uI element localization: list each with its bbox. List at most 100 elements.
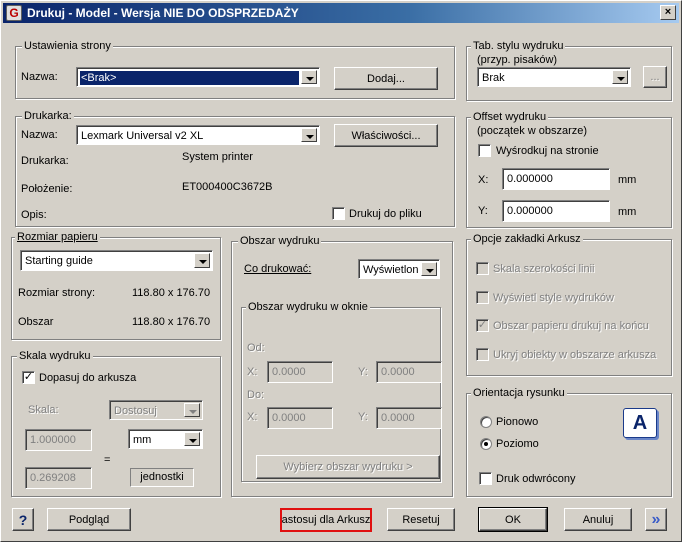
close-icon: × [664,6,672,18]
to-x-input[interactable]: 0.0000 [267,407,333,429]
add-button[interactable]: Dodaj... [334,67,438,90]
description-label: Opis: [21,209,47,221]
portrait-label[interactable]: Pionowo [496,415,538,429]
show-plot-styles-label[interactable]: Wyświetl style wydruków [493,291,614,305]
offset-x-label: X: [478,174,489,186]
printer-name-value: Lexmark Universal v2 XL [81,130,204,142]
paper-size-title: Rozmiar papieru [15,230,100,244]
to-y-input[interactable]: 0.0000 [376,407,442,429]
help-button[interactable]: ? [12,508,34,531]
edit-plot-style-button[interactable]: ... [643,66,667,88]
area-label: Obszar [18,316,54,328]
page-setup-name-label: Nazwa: [21,71,58,83]
offset-x-input[interactable]: 0.000000 [502,168,610,190]
reset-button[interactable]: Resetuj [387,508,455,531]
print-to-file-checkbox[interactable] [332,207,345,220]
chevron-down-icon[interactable] [184,403,200,417]
what-to-print-value: Wyświetlone [363,264,419,276]
what-to-print-select[interactable]: Wyświetlone [358,259,440,279]
equals-sign: = [104,454,111,466]
plot-paperspace-last-checkbox[interactable]: ✓ [476,319,489,332]
scale-label: Skala: [28,404,59,416]
preview-button[interactable]: Podgląd [47,508,131,531]
paper-size-group: Rozmiar papieru Starting guide Rozmiar s… [11,230,221,340]
from-x-input[interactable]: 0.0000 [267,361,333,383]
hide-paperspace-objects-label[interactable]: Ukryj obiekty w obszarze arkusza [493,348,656,362]
printer-name-select[interactable]: Lexmark Universal v2 XL [76,125,320,145]
show-plot-styles-checkbox[interactable] [476,291,489,304]
plot-style-title: Tab. stylu wydruku [471,39,566,53]
from-y-label: Y: [358,366,368,378]
double-chevron-right-icon: » [651,510,661,528]
chevron-down-icon[interactable] [184,432,200,446]
printer-value: System printer [182,151,253,163]
reverse-plot-label[interactable]: Druk odwrócony [496,472,575,486]
apply-to-layout-button[interactable]: astosuj dla Arkusz [280,508,372,532]
lineweight-scale-checkbox[interactable] [476,262,489,275]
print-window-title: Obszar wydruku w oknie [246,300,370,314]
hide-paperspace-objects-checkbox[interactable] [476,348,489,361]
scale-select[interactable]: Dostosuj [109,400,203,420]
sheet-options-group: Opcje zakładki Arkusz Skala szerokości l… [466,232,672,376]
portrait-radio[interactable] [480,416,492,428]
sheet-options-title: Opcje zakładki Arkusz [471,232,583,246]
orientation-group: Orientacja rysunku Pionowo Poziomo Druk … [466,386,672,497]
area-value: 118.80 x 176.70 [132,316,211,328]
print-dialog: G Drukuj - Model - Wersja NIE DO ODSPRZE… [0,0,682,542]
page-size-label: Rozmiar strony: [18,287,96,299]
landscape-label[interactable]: Poziomo [496,437,539,451]
plot-style-value: Brak [482,72,505,84]
offset-y-label: Y: [478,205,488,217]
reverse-plot-checkbox[interactable] [479,472,492,485]
chevron-down-icon[interactable] [194,253,210,268]
chevron-down-icon[interactable] [301,70,317,84]
chevron-down-icon[interactable] [612,70,628,84]
plot-style-select[interactable]: Brak [477,67,631,87]
printer-title: Drukarka: [22,109,74,123]
units-label: jednostki [130,468,194,487]
close-button[interactable]: × [660,5,676,20]
title-bar[interactable]: G Drukuj - Model - Wersja NIE DO ODSPRZE… [3,3,679,23]
paper-size-value: Starting guide [25,255,93,267]
paper-size-select[interactable]: Starting guide [20,250,213,271]
from-y-input[interactable]: 0.0000 [376,361,442,383]
fit-to-paper-checkbox[interactable]: ✓ [22,371,35,384]
fit-to-paper-label[interactable]: Dopasuj do arkusza [39,371,136,385]
scale-units-value: mm [133,434,152,446]
ok-button[interactable]: OK [478,507,548,532]
chevron-down-icon[interactable] [301,128,317,142]
cancel-button[interactable]: Anuluj [564,508,632,531]
offset-y-input[interactable]: 0.000000 [502,200,610,222]
to-label: Do: [247,389,265,401]
page-setup-title: Ustawienia strony [22,39,113,53]
plot-paperspace-last-label[interactable]: Obszar papieru drukuj na końcu [493,319,649,333]
print-to-file-label[interactable]: Drukuj do pliku [349,207,422,221]
page-setup-name-select[interactable]: <Brak> [76,67,320,87]
lineweight-scale-label[interactable]: Skala szerokości linii [493,262,594,276]
center-plot-label[interactable]: Wyśrodkuj na stronie [496,144,599,158]
plot-offset-subtitle: (początek w obszarze) [477,125,588,137]
print-area-title: Obszar wydruku [238,234,322,248]
center-plot-checkbox[interactable] [478,144,491,157]
window-title: Drukuj - Model - Wersja NIE DO ODSPRZEDA… [27,6,299,20]
plot-scale-group: Skala wydruku ✓ Dopasuj do arkusza Skala… [11,349,221,497]
offset-y-unit: mm [618,206,637,218]
plot-offset-group: Offset wydruku (początek w obszarze) Wyś… [466,110,672,228]
offset-x-unit: mm [618,174,637,186]
plot-scale-title: Skala wydruku [17,349,93,363]
location-label: Położenie: [21,183,73,195]
scale-value1-input[interactable]: 1.000000 [25,429,92,451]
landscape-radio[interactable] [480,438,492,450]
scale-value: Dostosuj [114,405,157,417]
plot-style-group: Tab. stylu wydruku (przyp. pisaków) Brak… [466,39,672,101]
scale-units-select[interactable]: mm [128,429,203,449]
from-x-label: X: [247,366,258,378]
scale-value2-input[interactable]: 0.269208 [25,467,92,489]
properties-button[interactable]: Właściwości... [334,124,438,147]
chevron-down-icon[interactable] [421,262,437,276]
select-print-area-button[interactable]: Wybierz obszar wydruku > [256,455,440,479]
expand-options-button[interactable]: » [645,508,667,531]
page-size-value: 118.80 x 176.70 [132,287,211,299]
orientation-preview-icon: A [623,408,657,438]
orientation-title: Orientacja rysunku [471,386,567,400]
